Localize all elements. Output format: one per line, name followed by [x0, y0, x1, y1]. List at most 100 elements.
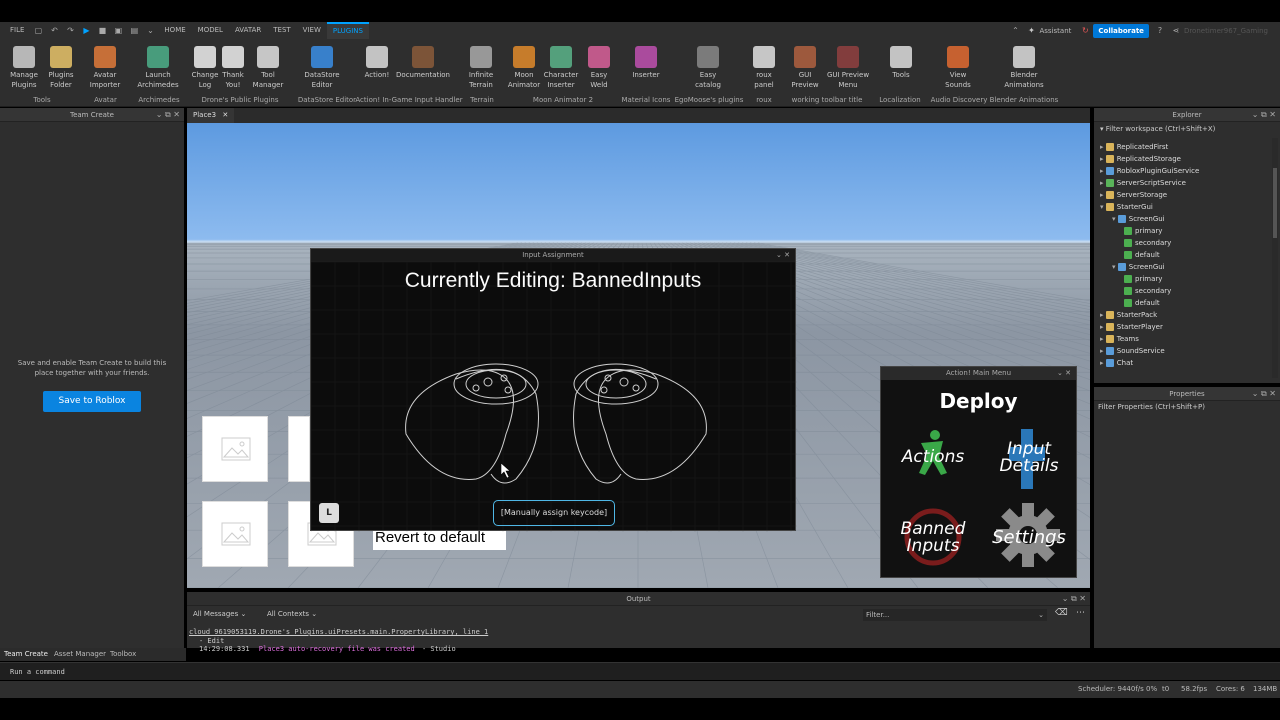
expand-arrow-icon[interactable]: ▸ — [1100, 359, 1106, 367]
close-icon[interactable]: ✕ — [222, 111, 228, 119]
explorer-scrollbar[interactable] — [1272, 138, 1278, 378]
refresh-icon[interactable]: ↻ — [1080, 26, 1090, 36]
output-filter-input[interactable]: Filter... ⌄ — [863, 609, 1047, 621]
explorer-item[interactable]: ▸ ReplicatedStorage — [1100, 153, 1181, 165]
expand-arrow-icon[interactable]: ▸ — [1100, 191, 1106, 199]
explorer-item[interactable]: primary — [1124, 273, 1162, 285]
clear-output-icon[interactable]: ⌫ — [1055, 608, 1068, 618]
panel-controls[interactable]: ⌄ ⧉ ✕ — [156, 108, 180, 122]
all-contexts-dropdown[interactable]: All Contexts ⌄ — [267, 610, 317, 618]
explorer-item[interactable]: ▸ RobloxPluginGuiService — [1100, 165, 1199, 177]
avatar-importer-button[interactable]: Avatar Importer — [83, 44, 127, 90]
keyboard-key-icon[interactable]: L — [319, 503, 339, 523]
save-to-roblox-button[interactable]: Save to Roblox — [43, 391, 141, 412]
input-details-button[interactable]: Input Details — [989, 441, 1069, 475]
image-placeholder-3[interactable] — [202, 501, 268, 567]
file-menu[interactable]: FILE — [4, 22, 30, 39]
image-placeholder-2[interactable] — [288, 416, 310, 482]
infinite-terrain-button[interactable]: Infinite Terrain — [459, 44, 503, 90]
panel-controls[interactable]: ⌄ ⧉ ✕ — [1252, 387, 1276, 401]
redo-icon[interactable]: ↷ — [65, 26, 75, 36]
explorer-item[interactable]: ▸ StarterPlayer — [1100, 321, 1163, 333]
expand-arrow-icon[interactable]: ▸ — [1100, 155, 1106, 163]
panel-controls[interactable]: ⌄ ⧉ ✕ — [1062, 592, 1086, 606]
expand-arrow-icon[interactable]: ▾ — [1100, 203, 1106, 211]
explorer-item[interactable]: ▾ ScreenGui — [1112, 261, 1165, 273]
expand-arrow-icon[interactable]: ▸ — [1100, 143, 1106, 151]
customize-icon[interactable]: ⌄ — [145, 26, 155, 36]
output-menu-icon[interactable]: ⋯ — [1076, 608, 1085, 618]
explorer-item[interactable]: secondary — [1124, 285, 1171, 297]
command-bar-input[interactable]: Run a command — [0, 662, 1280, 680]
expand-arrow-icon[interactable]: ▸ — [1100, 311, 1106, 319]
explorer-item[interactable]: ▸ ServerScriptService — [1100, 177, 1186, 189]
gui-preview-button[interactable]: GUI Preview — [783, 44, 827, 90]
explorer-item[interactable]: ▾ StarterGui — [1100, 201, 1153, 213]
expand-arrow-icon[interactable]: ▸ — [1100, 335, 1106, 343]
window-controls[interactable]: ⌄ ✕ — [1057, 367, 1071, 380]
help-icon[interactable]: ? — [1155, 26, 1165, 36]
expand-arrow-icon[interactable]: ▾ — [1112, 263, 1118, 271]
expand-arrow-icon[interactable]: ▸ — [1100, 167, 1106, 175]
play-icon[interactable]: ▶ — [81, 26, 91, 36]
all-messages-dropdown[interactable]: All Messages ⌄ — [193, 610, 246, 618]
tool-manager-button[interactable]: Tool Manager — [246, 44, 290, 90]
expand-arrow-icon[interactable]: ▸ — [1100, 347, 1106, 355]
deploy-button[interactable]: Deploy — [881, 389, 1076, 413]
explorer-item[interactable]: ▸ Teams — [1100, 333, 1139, 345]
actions-button[interactable]: Actions — [893, 449, 973, 466]
explorer-item[interactable]: ▸ ServerStorage — [1100, 189, 1167, 201]
view-sounds-button[interactable]: View Sounds — [936, 44, 980, 90]
explorer-item[interactable]: primary — [1124, 225, 1162, 237]
explorer-item[interactable]: ▸ Chat — [1100, 357, 1133, 369]
easy-catalog-button[interactable]: Easy catalog — [686, 44, 730, 90]
collaborate-button[interactable]: Collaborate — [1093, 23, 1149, 38]
share-icon[interactable]: ⋖ — [1171, 26, 1181, 36]
screenshot-icon[interactable]: ▣ — [113, 26, 123, 36]
explorer-item[interactable]: ▸ ReplicatedFirst — [1100, 141, 1168, 153]
blender-animations-button[interactable]: Blender Animations — [1002, 44, 1046, 90]
username[interactable]: Dronetimer967_Gaming — [1184, 27, 1268, 35]
documentation-button[interactable]: Documentation — [393, 44, 453, 80]
easy-weld-button[interactable]: Easy Weld — [577, 44, 621, 90]
expand-arrow-icon[interactable]: ▸ — [1100, 323, 1106, 331]
gui-preview-menu-button[interactable]: GUI Preview Menu — [826, 44, 870, 90]
manually-assign-keycode-button[interactable]: [Manually assign keycode] — [493, 500, 615, 526]
panel-controls[interactable]: ⌄ ⧉ ✕ — [1252, 108, 1276, 122]
main-menu-titlebar[interactable]: Action! Main Menu ⌄ ✕ — [881, 367, 1076, 380]
tools-button[interactable]: Tools — [879, 44, 923, 80]
tab-toolbox[interactable]: Toolbox — [110, 650, 136, 658]
explorer-item[interactable]: ▸ StarterPack — [1100, 309, 1157, 321]
expand-arrow-icon[interactable]: ▸ — [1100, 179, 1106, 187]
tab-view[interactable]: VIEW — [297, 22, 327, 39]
tab-test[interactable]: TEST — [267, 22, 296, 39]
inserter-button[interactable]: Inserter — [624, 44, 668, 80]
banned-inputs-button[interactable]: Banned Inputs — [893, 521, 973, 555]
explorer-item[interactable]: default — [1124, 297, 1160, 309]
video-icon[interactable]: ▤ — [129, 26, 139, 36]
settings-button[interactable]: Settings — [989, 529, 1069, 547]
tab-plugins[interactable]: PLUGINS — [326, 22, 369, 39]
explorer-item[interactable]: ▾ ScreenGui — [1112, 213, 1165, 225]
tab-avatar[interactable]: AVATAR — [229, 22, 267, 39]
stop-icon[interactable]: ■ — [97, 26, 107, 36]
assistant-button[interactable]: Assistant — [1039, 27, 1071, 35]
tab-home[interactable]: HOME — [158, 22, 191, 39]
explorer-filter-input[interactable]: ▾ Filter workspace (Ctrl+Shift+X) — [1094, 123, 1280, 135]
explorer-item[interactable]: secondary — [1124, 237, 1171, 249]
datastore-editor-button[interactable]: DataStore Editor — [300, 44, 344, 90]
undo-icon[interactable]: ↶ — [49, 26, 59, 36]
tab-place3[interactable]: Place3 ✕ — [187, 108, 235, 123]
log-line-link[interactable]: cloud_9619053119.Drone's Plugins.uiPrese… — [189, 628, 1079, 637]
explorer-item[interactable]: ▸ SoundService — [1100, 345, 1165, 357]
tab-team-create[interactable]: Team Create — [4, 650, 48, 658]
new-file-icon[interactable]: ▢ — [33, 26, 43, 36]
explorer-item[interactable]: default — [1124, 249, 1160, 261]
properties-filter-input[interactable]: Filter Properties (Ctrl+Shift+P) — [1098, 403, 1205, 411]
roux-panel-button[interactable]: roux panel — [742, 44, 786, 90]
launch-archimedes-button[interactable]: Launch Archimedes — [136, 44, 180, 90]
tab-model[interactable]: MODEL — [192, 22, 229, 39]
collapse-ribbon-icon[interactable]: ⌃ — [1010, 26, 1020, 36]
tab-asset-manager[interactable]: Asset Manager — [54, 650, 106, 658]
plugins-folder-button[interactable]: Plugins Folder — [39, 44, 83, 90]
